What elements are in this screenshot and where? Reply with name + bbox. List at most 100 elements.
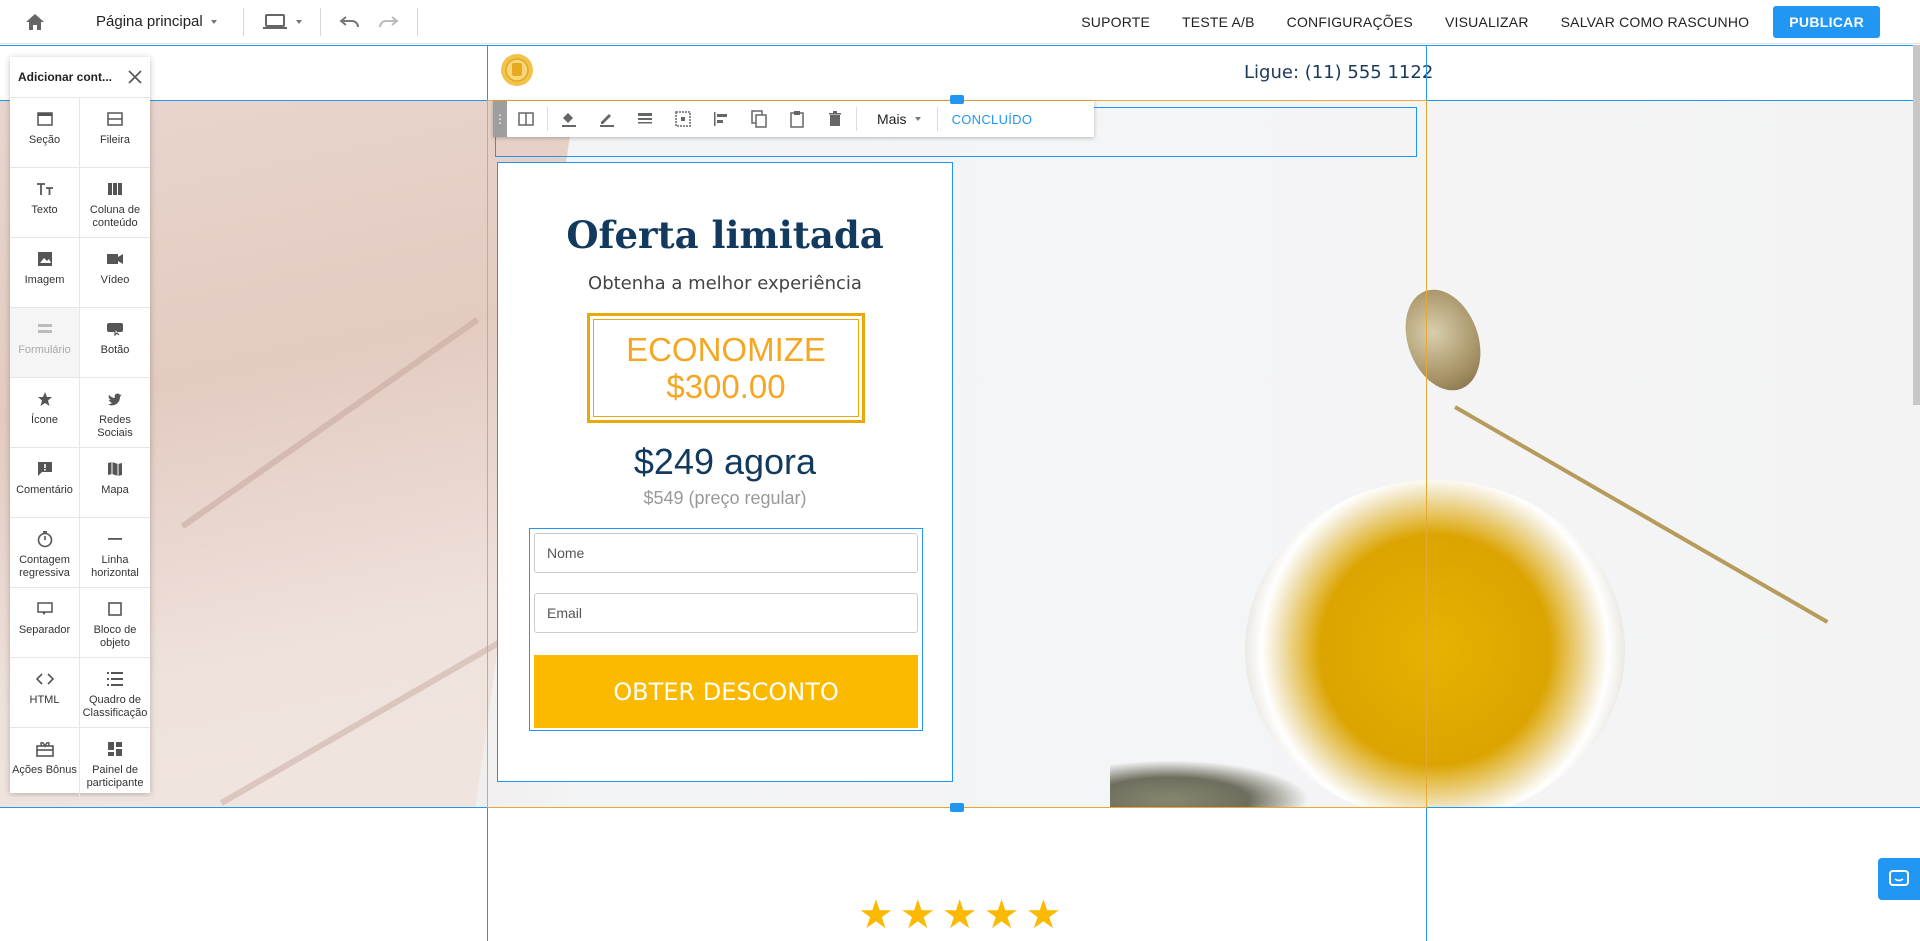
paint-bucket-icon (562, 113, 576, 127)
timer-icon (37, 530, 53, 548)
panel-item-label: Vídeo (100, 274, 130, 286)
panel-item-image[interactable]: Imagem (10, 238, 80, 308)
paste-button[interactable] (778, 101, 816, 137)
panel-item-video[interactable]: Vídeo (80, 238, 150, 308)
undo-icon[interactable] (339, 15, 361, 29)
chevron-down-icon (295, 19, 302, 24)
panel-item-box[interactable]: Bloco de objeto (80, 588, 150, 658)
star-icon: ★ (941, 893, 978, 937)
layout-icon (518, 112, 534, 126)
page-scrollbar[interactable] (1913, 45, 1920, 405)
support-link[interactable]: SUPORTE (1065, 14, 1166, 30)
savings-box[interactable]: ECONOMIZE $300.00 (587, 313, 865, 423)
delete-button[interactable] (816, 101, 854, 137)
chat-button[interactable] (1878, 858, 1920, 900)
header-section[interactable]: Ligue: (11) 555 1122 (0, 45, 1920, 100)
align-icon (714, 112, 727, 126)
redo-icon[interactable] (377, 15, 399, 29)
panel-item-section[interactable]: Seção (10, 98, 80, 168)
panel-item-label: Mapa (101, 484, 129, 496)
panel-item-star[interactable]: Ícone (10, 378, 80, 448)
home-button[interactable] (0, 0, 70, 44)
map-icon (107, 460, 123, 478)
divider (416, 7, 418, 36)
star-icon: ★ (983, 893, 1020, 937)
panel-item-label: Comentário (16, 484, 73, 496)
panel-item-comment[interactable]: Comentário (10, 448, 80, 518)
save-draft-link[interactable]: SALVAR COMO RASCUNHO (1545, 14, 1766, 30)
video-icon (106, 250, 124, 268)
layout-button[interactable] (507, 101, 545, 137)
drag-handle[interactable]: ⋮ (493, 101, 507, 137)
line-weight-button[interactable] (626, 101, 664, 137)
publish-button[interactable]: PUBLICAR (1773, 5, 1880, 38)
panel-item-gift[interactable]: Ações Bônus (10, 728, 80, 798)
name-field[interactable]: Nome (534, 533, 918, 573)
panel-item-map[interactable]: Mapa (80, 448, 150, 518)
home-icon (26, 13, 44, 30)
brand-logo (501, 54, 533, 86)
offer-subtitle[interactable]: Obtenha a melhor experiência (498, 273, 952, 294)
email-field[interactable]: Email (534, 593, 918, 633)
resize-handle-bottom[interactable] (950, 803, 964, 812)
panel-item-dashboard[interactable]: Painel de participante (80, 728, 150, 798)
panel-item-code[interactable]: HTML (10, 658, 80, 728)
add-content-panel: Adicionar cont... Seção Fileira Texto Colun… (10, 57, 150, 798)
row-icon (107, 110, 123, 128)
phone-number: Ligue: (11) 555 1122 (1244, 62, 1434, 83)
section-icon (36, 110, 53, 128)
border-outer-icon (675, 111, 691, 127)
offer-card[interactable]: Oferta limitada Obtenha a melhor experiê… (497, 162, 953, 782)
panel-item-leaderboard[interactable]: Quadro de Classificação (80, 658, 150, 728)
columns-icon (107, 180, 123, 198)
spacing-button[interactable] (664, 101, 702, 137)
line-weight-icon (638, 113, 652, 124)
panel-item-form[interactable]: Formulário (10, 308, 80, 378)
section-guide (0, 45, 1920, 46)
offer-title[interactable]: Oferta limitada (498, 213, 952, 257)
panel-item-twitter[interactable]: Redes Sociais (80, 378, 150, 448)
panel-item-label: Ícone (31, 414, 58, 426)
panel-item-row[interactable]: Fileira (80, 98, 150, 168)
panel-item-label: Imagem (24, 274, 65, 286)
more-menu[interactable]: Mais (859, 111, 935, 127)
panel-item-text[interactable]: Texto (10, 168, 80, 238)
close-icon[interactable] (128, 70, 142, 84)
panel-item-label: Ações Bônus (12, 764, 77, 776)
chevron-down-icon (210, 19, 217, 24)
separator-icon (36, 600, 53, 618)
border-color-button[interactable] (588, 101, 626, 137)
signup-form[interactable]: Nome Email OBTER DESCONTO (529, 528, 923, 731)
rating-stars[interactable]: ★ ★ ★ ★ ★ (858, 895, 1061, 935)
price-regular[interactable]: $549 (preço regular) (498, 488, 952, 509)
device-selector[interactable] (262, 13, 302, 31)
price-now[interactable]: $249 agora (498, 441, 952, 483)
savings-label: ECONOMIZE (626, 331, 826, 368)
resize-handle-top[interactable] (950, 95, 964, 104)
copy-button[interactable] (740, 101, 778, 137)
button-icon (106, 320, 124, 338)
clipboard-icon (790, 111, 804, 128)
panel-item-button[interactable]: Botão (80, 308, 150, 378)
ab-test-link[interactable]: TESTE A/B (1166, 14, 1271, 30)
savings-amount: $300.00 (666, 368, 786, 405)
panel-item-hr[interactable]: Linha horizontal (80, 518, 150, 588)
panel-item-label: Fileira (100, 134, 130, 146)
panel-item-label: Seção (28, 134, 61, 146)
align-button[interactable] (702, 101, 740, 137)
panel-item-columns[interactable]: Coluna de conteúdo (80, 168, 150, 238)
panel-item-timer[interactable]: Contagem regressiva (10, 518, 80, 588)
page-canvas[interactable]: Ligue: (11) 555 1122 ⋮ Mais CONCLUÍDO Of… (0, 45, 1920, 941)
settings-link[interactable]: CONFIGURAÇÕES (1271, 14, 1429, 30)
panel-item-separator[interactable]: Separador (10, 588, 80, 658)
fill-color-button[interactable] (550, 101, 588, 137)
panel-item-label: Coluna de conteúdo (89, 204, 141, 229)
copy-icon (751, 110, 767, 128)
box-icon (107, 600, 123, 618)
element-toolbar: ⋮ Mais CONCLUÍDO (493, 101, 1094, 137)
get-discount-button[interactable]: OBTER DESCONTO (534, 655, 918, 728)
done-button[interactable]: CONCLUÍDO (940, 112, 1045, 127)
page-selector[interactable]: Página principal (70, 0, 225, 44)
twitter-icon (107, 390, 123, 408)
preview-link[interactable]: VISUALIZAR (1429, 14, 1545, 30)
